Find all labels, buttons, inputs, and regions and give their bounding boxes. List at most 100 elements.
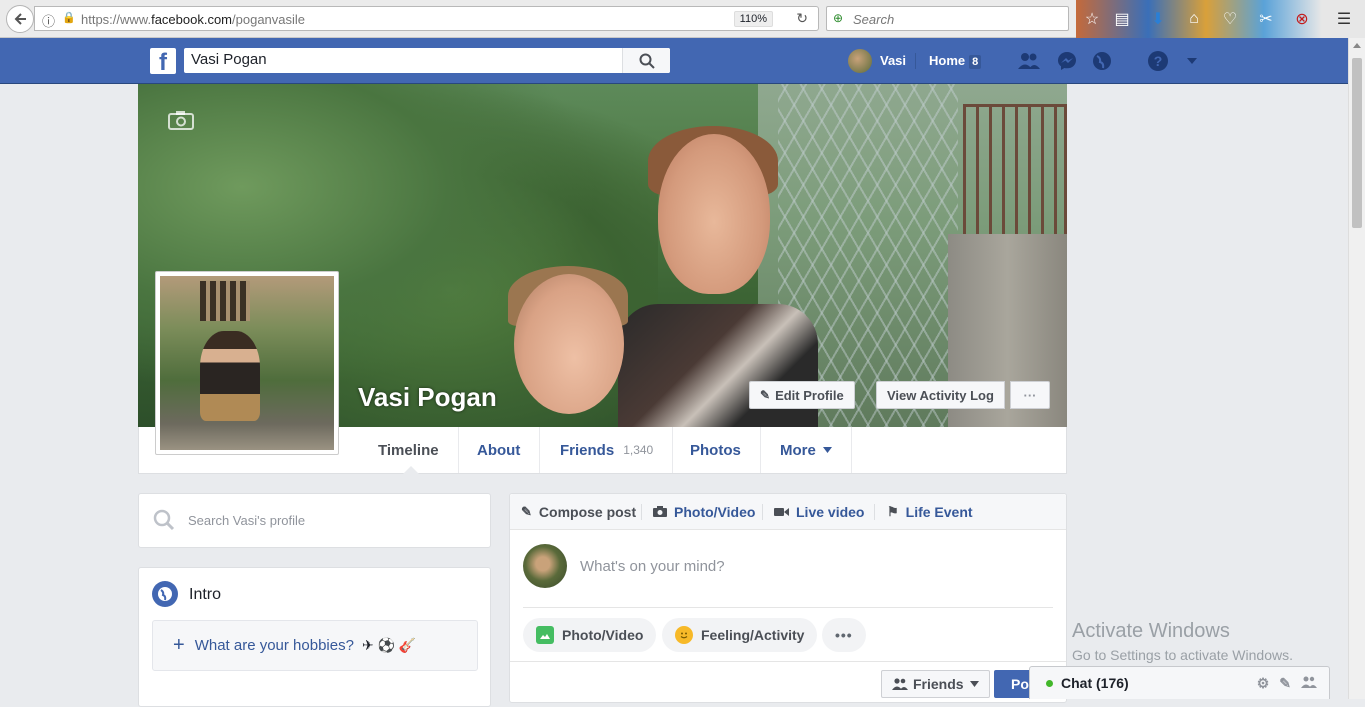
profile-name[interactable]: Vasi Pogan — [358, 382, 497, 413]
camera-icon — [653, 505, 667, 520]
tab-label: Timeline — [378, 441, 439, 459]
composer-tabs: ✎ Compose post Photo/Video Live video ⚑ Li… — [510, 494, 1066, 530]
photo-video-button[interactable]: Photo/Video — [523, 618, 657, 652]
chevron-down-icon — [969, 681, 979, 687]
intro-card: Intro + What are your hobbies? ✈ ⚽ 🎸 — [138, 567, 491, 707]
info-icon[interactable]: ⓘ — [42, 11, 55, 30]
reading-list-icon[interactable]: ▤ — [1112, 9, 1132, 29]
composer-tab-divider — [874, 504, 875, 520]
flag-icon: ⚑ — [887, 504, 899, 519]
edit-profile-label: Edit Profile — [775, 387, 844, 403]
zoom-indicator[interactable]: 110% — [733, 11, 773, 27]
facebook-search-input[interactable]: Vasi Pogan — [184, 48, 670, 73]
home-link[interactable]: Home 8 — [929, 53, 982, 69]
svg-text:?: ? — [1154, 53, 1163, 69]
composer-tab-label: Photo/Video — [674, 504, 756, 520]
url-bar[interactable]: ⓘ 🔒 https://www.facebook.com/poganvasile… — [34, 6, 819, 31]
globe-icon — [152, 581, 178, 607]
view-activity-log-label: View Activity Log — [887, 387, 994, 403]
activate-title: Activate Windows — [1072, 620, 1230, 642]
facebook-search-value: Vasi Pogan — [191, 51, 267, 68]
profile-search-placeholder: Search Vasi's profile — [188, 513, 306, 528]
friends-icon — [892, 678, 908, 690]
composer-tab-label: Live video — [796, 504, 865, 520]
new-message-icon[interactable]: ✎ — [1279, 675, 1291, 692]
pocket-icon[interactable]: ♡ — [1220, 9, 1240, 29]
help-icon[interactable]: ? — [1146, 51, 1170, 71]
home-icon[interactable]: ⌂ — [1184, 9, 1204, 29]
search-icon — [639, 53, 655, 69]
audience-label: Friends — [913, 676, 964, 692]
tab-label: Friends — [560, 441, 615, 459]
friends-count: 1,340 — [623, 443, 654, 457]
live-video-tab[interactable]: Live video — [774, 504, 864, 520]
cover-fence — [963, 104, 1067, 244]
tab-more[interactable]: More — [761, 427, 852, 473]
star-icon[interactable]: ☆ — [1082, 9, 1102, 29]
download-icon[interactable]: ⬇ — [1148, 9, 1168, 29]
profile-picture[interactable] — [155, 271, 339, 455]
reload-icon[interactable]: ↻ — [796, 10, 808, 27]
search-icon — [153, 509, 175, 537]
activate-subtitle: Go to Settings to activate Windows. — [1072, 647, 1293, 663]
photo-icon — [536, 626, 554, 644]
group-chat-icon[interactable] — [1301, 675, 1317, 692]
edit-profile-button[interactable]: ✎ Edit Profile — [749, 381, 855, 409]
view-activity-log-button[interactable]: View Activity Log — [876, 381, 1005, 409]
composer-tab-label: Life Event — [905, 504, 973, 520]
search-button[interactable] — [622, 48, 670, 73]
lock-icon: 🔒 — [62, 12, 76, 24]
compose-post-tab[interactable]: ✎ Compose post — [521, 504, 636, 520]
home-badge: 8 — [969, 55, 982, 69]
composer-input[interactable]: What's on your mind? — [580, 558, 725, 575]
more-composer-options-button[interactable]: ••• — [822, 618, 866, 652]
browser-search-placeholder: Search — [853, 12, 895, 27]
avatar — [848, 48, 872, 73]
feeling-activity-label: Feeling/Activity — [701, 627, 805, 643]
nav-divider — [915, 53, 916, 69]
tab-friends[interactable]: Friends 1,340 — [541, 427, 674, 473]
tab-photos[interactable]: Photos — [671, 427, 761, 473]
toolbar-icons: ☆ ▤ ⬇ ⌂ ♡ ✂ ⊗ ☰ — [1076, 0, 1365, 38]
photo-video-tab[interactable]: Photo/Video — [653, 504, 755, 520]
scroll-thumb[interactable] — [1352, 58, 1362, 228]
active-tab-caret — [403, 466, 419, 474]
composer-divider — [523, 607, 1053, 608]
camera-icon[interactable] — [168, 110, 194, 136]
stop-icon[interactable]: ⊗ — [1292, 9, 1312, 29]
browser-search-field[interactable]: ⊕ Search — [826, 6, 1069, 31]
chat-actions: ⚙ ✎ — [1257, 675, 1317, 692]
add-hobbies-button[interactable]: + What are your hobbies? ✈ ⚽ 🎸 — [152, 620, 478, 671]
pencil-icon: ✎ — [521, 504, 532, 519]
profile-search-card[interactable]: Search Vasi's profile — [138, 493, 491, 548]
search-engine-icon[interactable]: ⊕ — [833, 11, 843, 25]
chevron-down-icon[interactable] — [1180, 51, 1204, 71]
audience-selector[interactable]: Friends — [881, 670, 990, 698]
chevron-down-icon — [822, 447, 832, 453]
messenger-icon[interactable] — [1055, 51, 1079, 71]
facebook-header: f Vasi Pogan Vasi Home 8 ? — [0, 38, 1348, 84]
profile-image — [160, 276, 334, 450]
page-scrollbar[interactable] — [1348, 38, 1365, 699]
composer-footer-divider — [510, 661, 1066, 662]
video-icon — [774, 505, 789, 520]
browser-toolbar: ⓘ 🔒 https://www.facebook.com/poganvasile… — [0, 0, 1365, 38]
life-event-tab[interactable]: ⚑ Life Event — [887, 504, 973, 520]
chat-bar[interactable]: Chat (176) ⚙ ✎ — [1029, 666, 1330, 699]
facebook-logo[interactable]: f — [150, 48, 176, 76]
tab-label: About — [477, 441, 521, 459]
chat-label: Chat (176) — [1061, 675, 1129, 691]
friend-requests-icon[interactable] — [1017, 51, 1041, 71]
profile-link[interactable]: Vasi — [848, 48, 906, 73]
feeling-activity-button[interactable]: Feeling/Activity — [662, 618, 818, 652]
more-options-button[interactable]: ··· — [1010, 381, 1050, 409]
tab-about[interactable]: About — [458, 427, 541, 473]
back-button[interactable] — [6, 5, 34, 33]
globe-icon[interactable] — [1090, 51, 1114, 71]
avatar[interactable] — [523, 544, 567, 588]
menu-icon[interactable]: ☰ — [1334, 9, 1354, 29]
tab-label: Photos — [690, 441, 741, 459]
scroll-up-arrow[interactable] — [1353, 43, 1361, 48]
gear-icon[interactable]: ⚙ — [1257, 675, 1270, 692]
tools-icon[interactable]: ✂ — [1256, 9, 1276, 29]
